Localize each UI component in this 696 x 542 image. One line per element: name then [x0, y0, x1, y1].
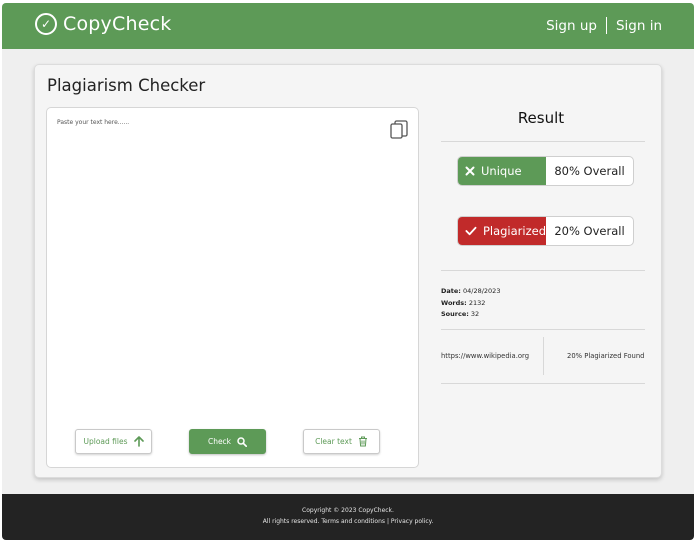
- page-title: Plagiarism Checker: [47, 76, 206, 95]
- checkmark-icon: [465, 226, 477, 236]
- top-navbar: ✓ CopyCheck Sign up Sign in: [2, 3, 694, 49]
- x-icon: [465, 166, 475, 176]
- trash-icon: [358, 436, 367, 447]
- meta-date-value: 04/28/2023: [462, 287, 501, 295]
- page-frame: ✓ CopyCheck Sign up Sign in Plagiarism C…: [2, 3, 694, 540]
- footer: Copyright © 2023 CopyCheck. All rights r…: [2, 494, 694, 540]
- divider: [441, 141, 645, 142]
- footer-links: All rights reserved. Terms and condition…: [2, 517, 694, 528]
- footer-rights: All rights reserved.: [262, 517, 320, 525]
- divider: [441, 329, 645, 330]
- result-meta: Date: 04/28/2023 Words: 2132 Source: 32: [441, 286, 500, 321]
- footer-copyright: Copyright © 2023 CopyCheck.: [302, 507, 394, 514]
- copy-icon[interactable]: [390, 120, 408, 140]
- divider: [441, 270, 645, 271]
- plagiarized-label: Plagiarized: [482, 224, 546, 238]
- privacy-link[interactable]: Privacy policy.: [391, 518, 433, 525]
- text-input-placeholder: Paste your text here......: [57, 119, 130, 126]
- meta-date: Date: 04/28/2023: [441, 286, 500, 298]
- clear-text-label: Clear text: [315, 437, 352, 446]
- unique-value: 80% Overall: [554, 164, 625, 178]
- unique-badge: Unique: [458, 157, 546, 185]
- brand[interactable]: ✓ CopyCheck: [35, 13, 171, 35]
- upload-files-button[interactable]: Upload files: [75, 429, 152, 454]
- meta-words-label: Words:: [441, 298, 467, 307]
- sign-in-link[interactable]: Sign in: [616, 18, 662, 34]
- unique-label: Unique: [481, 164, 522, 178]
- auth-links: Sign up Sign in: [546, 17, 662, 34]
- meta-source-label: Source:: [441, 310, 469, 318]
- check-circle-icon: ✓: [35, 13, 57, 35]
- upload-files-label: Upload files: [83, 437, 128, 446]
- check-label: Check: [207, 437, 232, 446]
- meta-source: Source: 32: [441, 309, 500, 321]
- meta-date-label: Date:: [441, 287, 461, 295]
- arrow-up-icon: [133, 436, 144, 447]
- text-input-area[interactable]: Paste your text here...... Upload files …: [46, 107, 419, 468]
- meta-words-value: 2132: [468, 298, 486, 307]
- unique-score: Unique 80% Overall: [457, 156, 634, 186]
- search-icon: [237, 436, 248, 447]
- terms-link[interactable]: Terms and conditions: [321, 518, 385, 525]
- auth-divider: [605, 17, 607, 34]
- footer-separator: |: [386, 517, 389, 525]
- plagiarized-badge: Plagiarized: [458, 217, 546, 245]
- meta-source-value: 32: [470, 310, 480, 318]
- check-button[interactable]: Check: [189, 429, 266, 454]
- meta-words: Words: 2132: [441, 298, 500, 310]
- brand-name: CopyCheck: [63, 13, 172, 35]
- plagiarized-score: Plagiarized 20% Overall: [457, 216, 634, 246]
- source-plagiarized-found: 20% Plagiarized Found: [567, 352, 645, 360]
- clear-text-button[interactable]: Clear text: [303, 429, 380, 454]
- source-url[interactable]: https://www.wikipedia.org: [441, 352, 529, 360]
- source-divider: [543, 337, 544, 375]
- result-title: Result: [517, 109, 565, 127]
- divider: [441, 383, 645, 384]
- sign-up-link[interactable]: Sign up: [546, 18, 597, 34]
- checker-card: Plagiarism Checker Paste your text here.…: [34, 64, 662, 478]
- plagiarized-value: 20% Overall: [554, 224, 625, 238]
